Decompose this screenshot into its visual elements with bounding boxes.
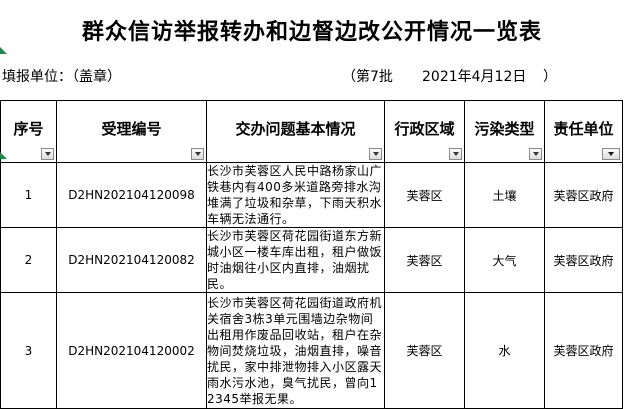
dropdown-arrow-icon[interactable]: [449, 148, 462, 160]
table-row: 1 D2HN202104120098 长沙市芙蓉区人民中路杨家山广铁巷内有400…: [0, 162, 623, 228]
complaint-table: 序号 受理编号 交办问题基本情况 行政区域 污染类型 责任单位 1 D2HN20…: [0, 100, 623, 409]
cell-comment-marker-icon: [0, 47, 7, 54]
cell-description[interactable]: 长沙市芙蓉区荷花园街道政府机关宿舍3栋3单元围墙边杂物间出租用作废品回收站，租户…: [206, 292, 385, 409]
cell-description[interactable]: 长沙市芙蓉区荷花园街道东方新城小区一楼车库出租，租户做饭时油烟往小区内直排，油烟…: [206, 227, 385, 293]
cell-region[interactable]: 芙蓉区: [384, 162, 465, 228]
cell-id[interactable]: D2HN202104120082: [56, 227, 207, 293]
column-header-label: 污染类型: [474, 120, 535, 138]
batch-label: （第7批: [342, 69, 393, 85]
column-header-label: 行政区域: [394, 120, 455, 138]
column-header-label: 受理编号: [101, 120, 162, 138]
column-header-pollution-type: 污染类型: [464, 100, 545, 163]
cell-pollution-type[interactable]: 土壤: [464, 162, 545, 228]
dropdown-arrow-icon[interactable]: [369, 148, 382, 160]
column-header-responsible-unit: 责任单位: [544, 100, 623, 163]
table-header-row: 序号 受理编号 交办问题基本情况 行政区域 污染类型 责任单位: [0, 100, 623, 163]
cell-region[interactable]: 芙蓉区: [384, 227, 465, 293]
cell-region[interactable]: 芙蓉区: [384, 292, 465, 409]
reporter-label: 填报单位：（盖章）: [2, 69, 121, 85]
cell-pollution-type[interactable]: 水: [464, 292, 545, 409]
dropdown-arrow-icon[interactable]: [529, 148, 542, 160]
cell-comment-marker-icon: [0, 152, 7, 159]
cell-responsible-unit[interactable]: 芙蓉区政府: [544, 162, 623, 228]
table-row: 3 D2HN202104120002 长沙市芙蓉区荷花园街道政府机关宿舍3栋3单…: [0, 292, 623, 409]
cell-index[interactable]: 2: [0, 227, 57, 293]
cell-index[interactable]: 1: [0, 162, 57, 228]
cell-pollution-type[interactable]: 大气: [464, 227, 545, 293]
dropdown-arrow-icon[interactable]: [41, 148, 54, 160]
column-header-label: 序号: [13, 120, 44, 138]
column-header-description: 交办问题基本情况: [206, 100, 385, 163]
cell-index[interactable]: 3: [0, 292, 57, 409]
filter-funnel-icon[interactable]: [602, 148, 620, 160]
cell-responsible-unit[interactable]: 芙蓉区政府: [544, 227, 623, 293]
report-date: 2021年4月12日: [422, 69, 527, 85]
table-row: 2 D2HN202104120082 长沙市芙蓉区荷花园街道东方新城小区一楼车库…: [0, 227, 623, 293]
cell-id[interactable]: D2HN202104120098: [56, 162, 207, 228]
column-header-region: 行政区域: [384, 100, 465, 163]
cell-responsible-unit[interactable]: 芙蓉区政府: [544, 292, 623, 409]
report-date-close: ）: [543, 69, 557, 85]
column-header-id: 受理编号: [56, 100, 207, 163]
column-header-label: 责任单位: [553, 120, 614, 138]
cell-id[interactable]: D2HN202104120002: [56, 292, 207, 409]
column-header-label: 交办问题基本情况: [235, 120, 356, 138]
report-info-line: 填报单位：（盖章） （第7批 2021年4月12日 ）: [0, 62, 624, 88]
column-header-index: 序号: [0, 100, 57, 163]
dropdown-arrow-icon[interactable]: [191, 148, 204, 160]
sheet-title: 群众信访举报转办和边督边改公开情况一览表: [81, 20, 542, 45]
cell-description[interactable]: 长沙市芙蓉区人民中路杨家山广铁巷内有400多米道路旁排水沟堆满了垃圾和杂草，下雨…: [206, 162, 385, 228]
